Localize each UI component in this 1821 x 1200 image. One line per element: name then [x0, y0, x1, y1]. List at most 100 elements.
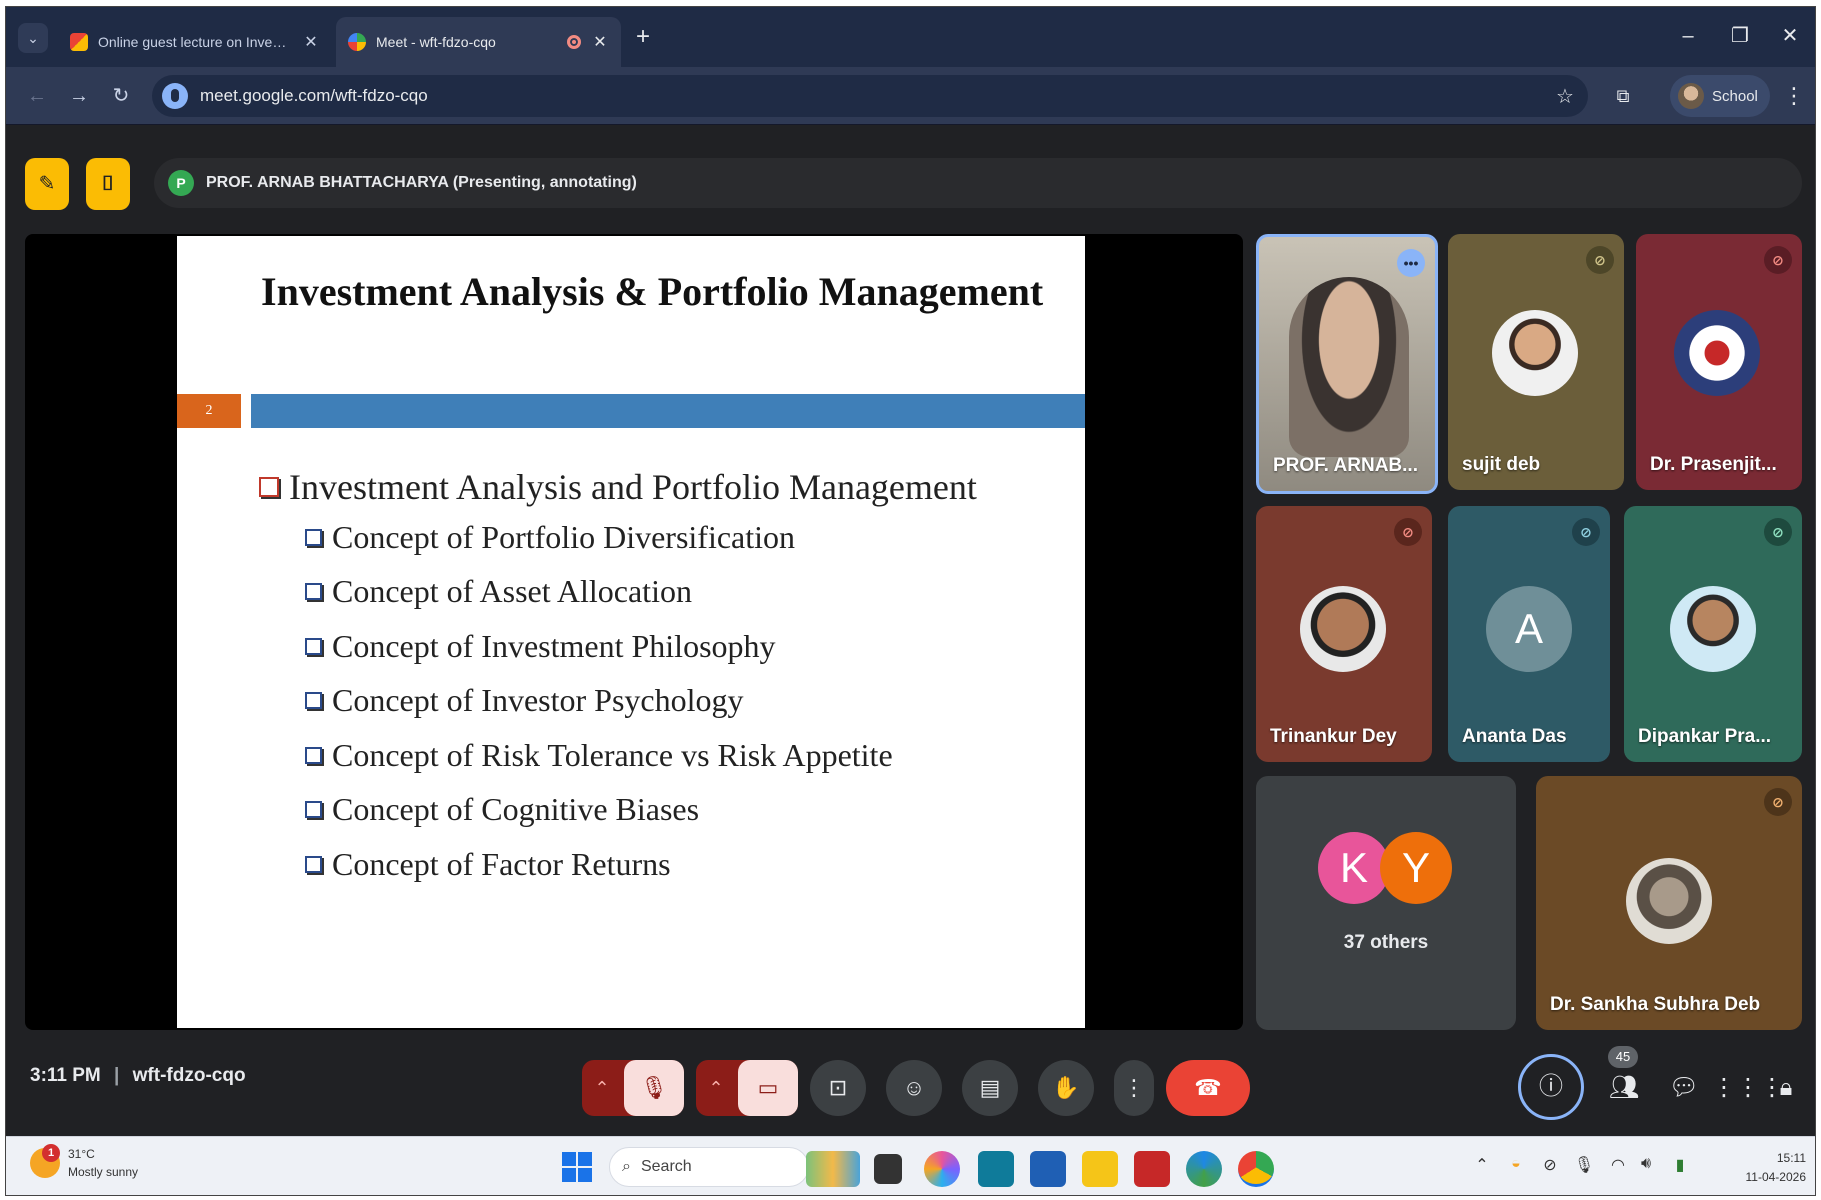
browser-menu-icon[interactable]: ⋮ — [1782, 79, 1806, 113]
weather-text: 31°C Mostly sunny — [68, 1145, 138, 1181]
present-screen-icon[interactable]: ⊡ — [810, 1060, 866, 1116]
camera-control[interactable]: ⌃ ▭ — [696, 1060, 798, 1116]
call-controls-bar: 3:11 PM | wft-fdzo-cqo ⌃ 🎙︎ ⌃ ▭ ⊡ ☺ ▤ ✋ … — [6, 1030, 1815, 1136]
meeting-code: wft-fdzo-cqo — [132, 1065, 246, 1086]
volume-icon[interactable]: 🔊︎ — [1632, 1155, 1660, 1173]
battery-icon[interactable]: ▮ — [1666, 1155, 1694, 1175]
task-view-icon[interactable] — [874, 1154, 902, 1184]
extensions-icon[interactable]: ⧉ — [1606, 79, 1640, 113]
participant-tile[interactable]: ⊘ Dr. Sankha Subhra Deb — [1536, 776, 1802, 1030]
camera-off-icon[interactable]: ▭ — [738, 1060, 798, 1116]
site-info-icon[interactable] — [162, 83, 188, 109]
checkbox-bullet-icon — [305, 746, 322, 764]
browser-toolbar: ← → ↻ meet.google.com/wft-fdzo-cqo ☆ ⧉ S… — [6, 67, 1815, 125]
antivirus-icon[interactable] — [1134, 1151, 1170, 1187]
camera-options-chevron-icon[interactable]: ⌃ — [696, 1060, 736, 1116]
tray-overflow-icon[interactable]: ⌃ — [1468, 1155, 1496, 1175]
microphone-control[interactable]: ⌃ 🎙︎ — [582, 1060, 684, 1116]
forward-icon[interactable]: → — [62, 79, 96, 113]
tray-notifications-off-icon[interactable]: ⊘ — [1536, 1155, 1564, 1175]
widgets-icon[interactable] — [806, 1151, 860, 1187]
bookmark-star-icon[interactable]: ☆ — [1550, 84, 1580, 109]
edge-icon[interactable] — [1186, 1151, 1222, 1187]
participant-avatar — [1492, 310, 1578, 396]
mic-off-icon[interactable]: 🎙︎ — [624, 1060, 684, 1116]
participant-tile[interactable]: A ⊘ Ananta Das — [1448, 506, 1610, 762]
start-icon[interactable] — [562, 1152, 592, 1182]
bullet-sub: Concept of Cognitive Biases — [305, 783, 977, 838]
checkbox-bullet-icon — [305, 692, 322, 710]
leave-call-icon[interactable]: ☎ — [1166, 1060, 1250, 1116]
meeting-time: 3:11 PM — [30, 1065, 101, 1086]
restore-icon[interactable]: ❐ — [1718, 19, 1762, 53]
emoji-reactions-icon[interactable]: ☺ — [886, 1060, 942, 1116]
close-tab-icon[interactable]: ✕ — [302, 32, 320, 52]
tab-strip: ⌄ Online guest lecture on Investm ✕ Meet… — [6, 7, 1815, 67]
close-tab-icon[interactable]: ✕ — [591, 32, 609, 52]
meet-icon — [348, 33, 366, 51]
participant-tile[interactable]: ⊘ Dipankar Pra... — [1624, 506, 1802, 762]
muted-mic-icon: ⊘ — [1764, 246, 1792, 274]
chrome-icon[interactable] — [1238, 1151, 1274, 1187]
participant-tile[interactable]: ⊘ sujit deb — [1448, 234, 1624, 490]
bullet-sub: Concept of Risk Tolerance vs Risk Appeti… — [305, 728, 977, 783]
host-controls-icon[interactable]: 🔒︎ — [1764, 1060, 1808, 1116]
participant-name: Dr. Prasenjit... — [1650, 454, 1777, 475]
bullet-text: Concept of Cognitive Biases — [332, 791, 700, 828]
tray-app-icon[interactable]: ◒ — [1502, 1155, 1530, 1173]
search-placeholder: Search — [640, 1158, 692, 1175]
participant-initial: A — [1486, 586, 1572, 672]
tab-meet[interactable]: Meet - wft-fdzo-cqo ✕ — [336, 17, 621, 67]
meeting-details-icon[interactable]: ⓘ — [1518, 1054, 1584, 1120]
more-options-icon[interactable]: ⋮ — [1114, 1060, 1154, 1116]
bullet-text: Investment Analysis and Portfolio Manage… — [289, 467, 977, 507]
store-icon[interactable] — [1030, 1151, 1066, 1187]
captions-icon[interactable]: ▤ — [962, 1060, 1018, 1116]
raise-hand-icon[interactable]: ✋ — [1038, 1060, 1094, 1116]
bullet-text: Concept of Investment Philosophy — [332, 627, 776, 664]
profile-button[interactable]: School — [1670, 75, 1770, 117]
file-explorer-icon[interactable] — [1082, 1151, 1118, 1187]
participant-tile-presenter[interactable]: ••• PROF. ARNAB... — [1256, 234, 1438, 494]
back-icon[interactable]: ← — [20, 79, 54, 113]
url-text[interactable]: meet.google.com/wft-fdzo-cqo — [200, 86, 1550, 106]
reload-icon[interactable]: ↻ — [104, 79, 138, 113]
participant-avatar — [1626, 858, 1712, 944]
copilot-icon[interactable] — [924, 1151, 960, 1187]
checkbox-bullet-icon — [305, 855, 322, 873]
tray-mic-icon[interactable]: 🎙︎ — [1570, 1155, 1598, 1175]
people-icon[interactable]: 👥︎ — [1596, 1060, 1652, 1116]
taskbar-search[interactable]: ⌕ Search — [609, 1147, 809, 1187]
annotation-toggle-icon[interactable]: ✎ — [25, 158, 69, 210]
participant-video — [1289, 277, 1409, 457]
muted-mic-icon: ⊘ — [1572, 518, 1600, 546]
participant-tile[interactable]: ⊘ Dr. Prasenjit... — [1636, 234, 1802, 490]
tab-search-chevron-icon[interactable]: ⌄ — [18, 23, 48, 53]
address-bar[interactable]: meet.google.com/wft-fdzo-cqo ☆ — [152, 75, 1588, 117]
weather-desc: Mostly sunny — [68, 1165, 139, 1179]
bullet-text: Concept of Investor Psychology — [332, 682, 744, 719]
participant-name: Trinankur Dey — [1270, 726, 1397, 747]
minimize-icon[interactable]: – — [1666, 19, 1710, 53]
bullet-sub: Concept of Asset Allocation — [305, 565, 977, 620]
app-icon[interactable] — [978, 1151, 1014, 1187]
close-window-icon[interactable]: ✕ — [1768, 19, 1812, 53]
wifi-icon[interactable]: ◠ — [1604, 1155, 1632, 1175]
participant-avatar — [1674, 310, 1760, 396]
new-tab-icon[interactable]: + — [628, 23, 658, 53]
tab-gmail[interactable]: Online guest lecture on Investm ✕ — [58, 17, 332, 67]
others-tile[interactable]: K Y 37 others — [1256, 776, 1516, 1030]
meet-window: ✎ ⌷ P PROF. ARNAB BHATTACHARYA (Presenti… — [6, 126, 1815, 1136]
chat-icon[interactable]: 💬︎ — [1656, 1060, 1712, 1116]
participant-tile[interactable]: ⊘ Trinankur Dey — [1256, 506, 1432, 762]
bullet-text: Concept of Asset Allocation — [332, 573, 692, 610]
slide-header-band — [251, 394, 1085, 428]
weather-widget[interactable]: 1 31°C Mostly sunny — [30, 1144, 138, 1181]
more-options-icon[interactable]: ••• — [1397, 249, 1425, 277]
activities-icon[interactable]: ⋮⋮⋮ — [1712, 1060, 1784, 1116]
annotation-tools-icon[interactable]: ⌷ — [86, 158, 130, 210]
weather-badge: 1 — [42, 1144, 60, 1162]
checkbox-bullet-icon — [259, 477, 279, 497]
mic-options-chevron-icon[interactable]: ⌃ — [582, 1060, 622, 1116]
taskbar-clock[interactable]: 15:11 11-04-2026 — [1716, 1149, 1807, 1187]
